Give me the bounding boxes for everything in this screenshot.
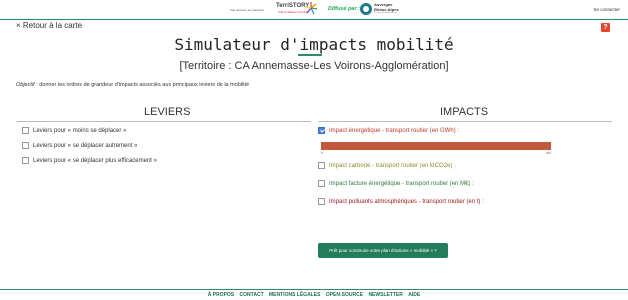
site-header: Voir territoire en transition TerriSTORY…: [0, 0, 628, 20]
footer-link-contact[interactable]: CONTACT: [240, 292, 264, 298]
title-accent-underline: [298, 54, 322, 56]
leviers-title: LEVIERS: [144, 106, 191, 118]
objective-text: Objectif : donner les ordres de grandeur…: [16, 82, 250, 88]
footer-divider: [0, 289, 628, 290]
header-divider: [0, 19, 628, 20]
footer-link-legal[interactable]: MENTIONS LÉGALES: [269, 292, 320, 298]
header-tagline: Voir territoire en transition: [230, 8, 265, 12]
impacts-title: IMPACTS: [440, 106, 489, 118]
leviers-divider: [16, 121, 311, 122]
brand-subtitle: Outil de dialogue territorial: [278, 11, 308, 14]
impacts-divider: [318, 121, 612, 122]
impact-energetique[interactable]: Impact énergétique - transport routier (…: [318, 127, 459, 134]
checkbox[interactable]: [22, 142, 29, 149]
help-icon[interactable]: ?: [601, 23, 610, 32]
footer-link-newsletter[interactable]: NEWSLETTER: [368, 292, 402, 298]
bar-min-label: 0: [321, 151, 323, 155]
checkbox[interactable]: [318, 180, 325, 187]
levier-moins-se-deplacer[interactable]: Leviers pour « moins se déplacer »: [22, 127, 126, 134]
back-to-map-link[interactable]: × Retour à la carte: [16, 21, 82, 30]
footer-link-help[interactable]: AIDE: [408, 292, 420, 298]
diffuse-label: Diffusé par :: [328, 6, 360, 12]
brand-burst-icon: [304, 2, 318, 15]
impact-carbone[interactable]: Impact carbone - transport routier (en k…: [318, 162, 456, 169]
region-logo-icon: [360, 3, 372, 15]
checkbox[interactable]: [22, 157, 29, 164]
impact-energetique-bar: [321, 142, 551, 150]
impact-polluants[interactable]: Impact polluants atmosphériques - transp…: [318, 198, 484, 205]
impact-energetique-bar-fill: [321, 142, 551, 150]
site-footer: À PROPOS CONTACT MENTIONS LÉGALES OPEN-S…: [0, 292, 628, 298]
build-action-plan-button[interactable]: Prêt pour construire votre plan d'action…: [318, 243, 448, 258]
impact-facture-energetique[interactable]: Impact facture énergétique - transport r…: [318, 180, 474, 187]
checkbox-checked[interactable]: [318, 127, 325, 134]
checkbox[interactable]: [318, 198, 325, 205]
region-name: Auvergne Rhône-Alpes: [374, 2, 399, 12]
page-title: Simulateur d'impacts mobilité: [174, 35, 454, 54]
levier-se-deplacer-efficacement[interactable]: Leviers pour « se déplacer plus efficace…: [22, 157, 157, 164]
footer-link-open-source[interactable]: OPEN-SOURCE: [326, 292, 363, 298]
bar-max-label: 467: [546, 151, 552, 155]
checkbox[interactable]: [22, 127, 29, 134]
login-link[interactable]: Se connecter: [593, 7, 620, 12]
region-subtitle: Énergie Environnement: [374, 12, 397, 14]
levier-se-deplacer-autrement[interactable]: Leviers pour « se déplacer autrement »: [22, 142, 137, 149]
territory-subtitle: [Territoire : CA Annemasse-Les Voirons-A…: [179, 60, 449, 72]
checkbox[interactable]: [318, 162, 325, 169]
footer-link-about[interactable]: À PROPOS: [208, 292, 234, 298]
